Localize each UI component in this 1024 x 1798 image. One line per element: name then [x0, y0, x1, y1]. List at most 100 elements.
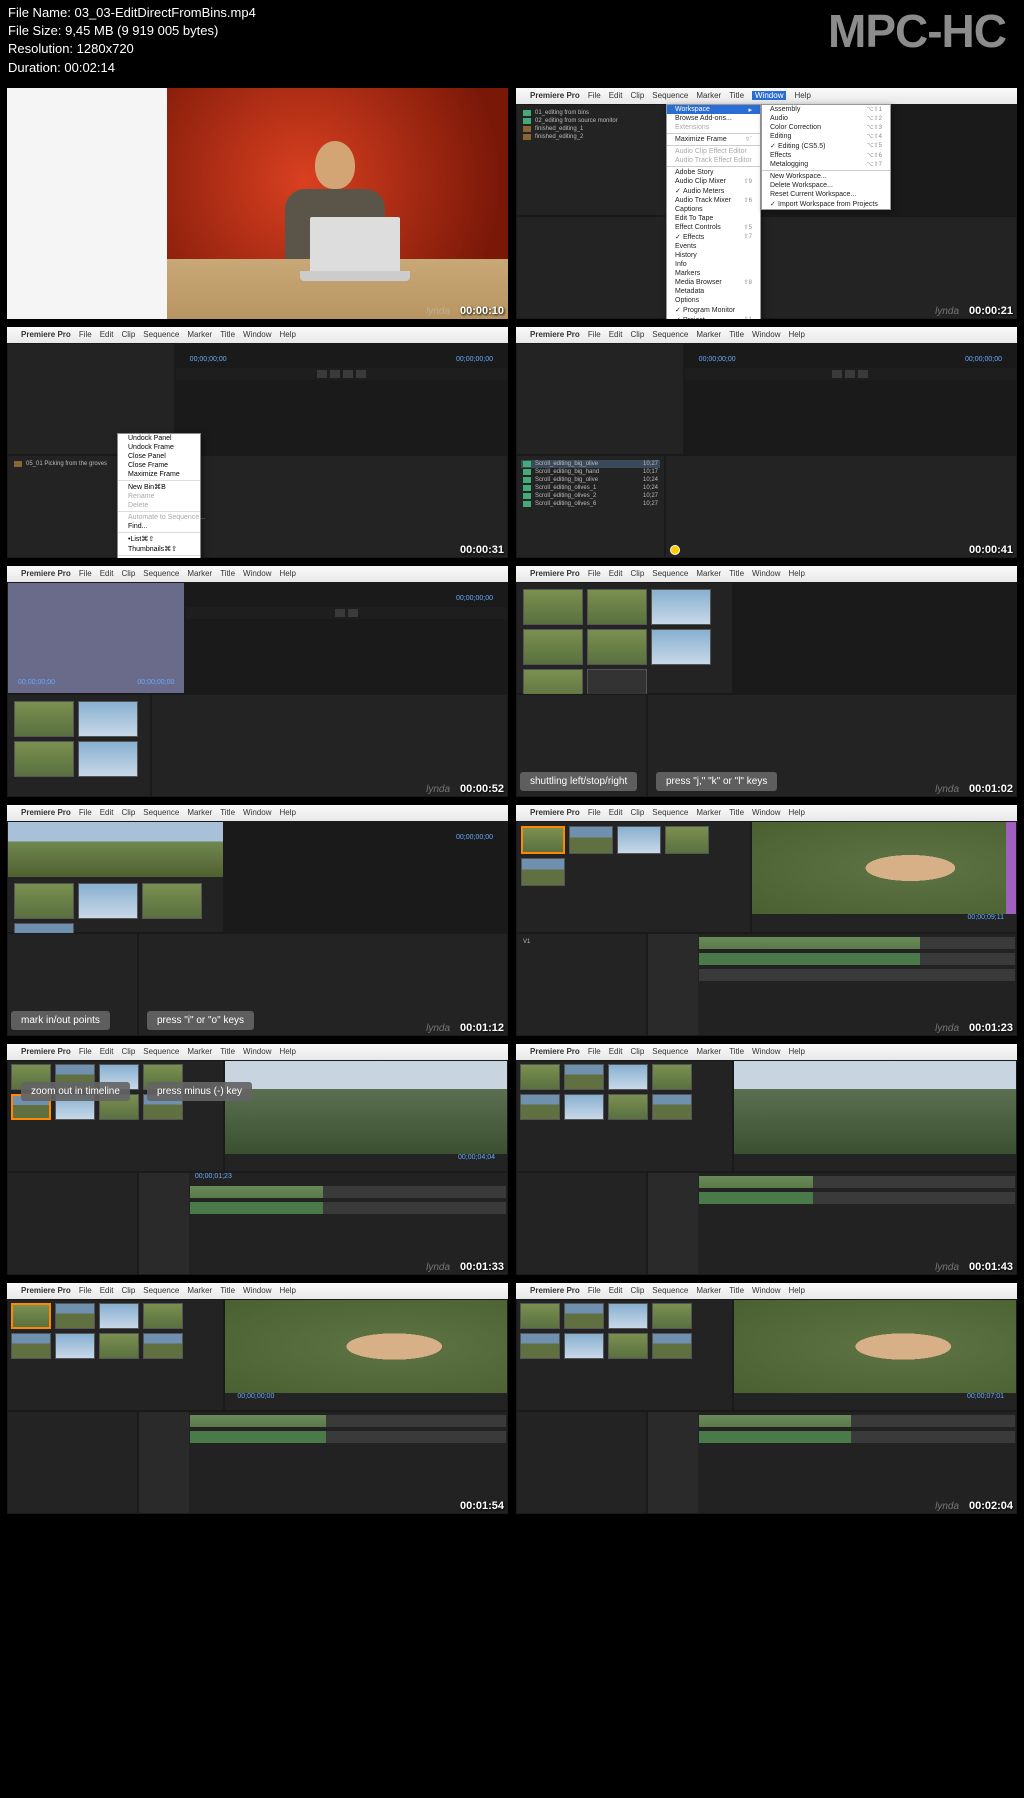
menu-item[interactable]: Title — [220, 569, 235, 578]
clip-thumbnail[interactable] — [665, 826, 709, 854]
program-monitor[interactable]: 00;00;09;11 — [751, 821, 1017, 933]
step-button[interactable] — [845, 370, 855, 378]
menu-item[interactable]: Window — [243, 808, 271, 817]
menu-item[interactable]: Sequence — [143, 808, 179, 817]
menu-item[interactable]: File — [79, 808, 92, 817]
audio-track[interactable] — [698, 952, 1016, 966]
menu-item[interactable]: Clip — [631, 1047, 645, 1056]
menu-item[interactable]: Help — [279, 1047, 295, 1056]
menu-item[interactable]: Sequence — [143, 1047, 179, 1056]
source-slate[interactable]: 00;00;00;0000;00;00;00 — [7, 582, 185, 694]
menu-item[interactable]: Marker — [187, 1286, 212, 1295]
mac-menubar[interactable]: Premiere ProFileEditClipSequenceMarkerTi… — [7, 1283, 508, 1299]
clip-thumbnail[interactable] — [78, 701, 138, 737]
mac-menubar[interactable]: Premiere ProFileEditClipSequenceMarkerTi… — [516, 1044, 1017, 1060]
program-monitor[interactable]: 00;00;00;00 — [224, 1299, 508, 1411]
menu-item[interactable]: Clip — [631, 808, 645, 817]
menu-item[interactable]: Audio Clip Mixer⇧9 — [667, 177, 760, 186]
thumbnail-grid[interactable] — [8, 695, 150, 783]
video-clip[interactable] — [813, 1415, 851, 1427]
mac-menubar[interactable]: Premiere ProFileEditClipSequenceMarkerTi… — [516, 327, 1017, 343]
bin-panel[interactable]: Scroll_editing_big_olive10;27 Scroll_edi… — [516, 455, 665, 558]
clip-thumbnail[interactable] — [564, 1064, 604, 1090]
clip-thumbnail[interactable] — [652, 1303, 692, 1329]
clip-thumbnail[interactable] — [520, 1303, 560, 1329]
ctx-item[interactable]: Rename — [118, 492, 200, 501]
menu-item[interactable]: Window — [243, 569, 271, 578]
panel-context-menu[interactable]: Undock Panel Undock Frame Close Panel Cl… — [117, 433, 201, 559]
menu-item[interactable]: Edit — [609, 330, 623, 339]
menu-item[interactable]: Media Browser⇧8 — [667, 278, 760, 287]
menu-item[interactable]: Help — [788, 330, 804, 339]
program-monitor[interactable]: 00;00;00;00 — [185, 582, 508, 694]
menu-item[interactable]: Marker — [187, 1047, 212, 1056]
program-viewer-content[interactable] — [225, 1300, 507, 1393]
menu-clip[interactable]: Clip — [122, 330, 136, 339]
window-menu-dropdown[interactable]: Workspace▸ Browse Add-ons... Extensions … — [666, 104, 761, 320]
track-headers[interactable] — [648, 934, 698, 1035]
bin-panel[interactable] — [7, 1299, 224, 1411]
submenu-item[interactable]: Effects⌥⇧6 — [762, 151, 890, 160]
menu-app[interactable]: Premiere Pro — [21, 330, 71, 339]
clip-thumbnail[interactable] — [55, 1333, 95, 1359]
sequence-tracks[interactable]: 00;00;01;23 — [189, 1173, 507, 1274]
menu-item[interactable]: Window — [243, 1286, 271, 1295]
clip-thumbnail[interactable] — [520, 1333, 560, 1359]
menu-item[interactable]: Title — [220, 1286, 235, 1295]
menu-title[interactable]: Title — [729, 91, 744, 100]
menu-item[interactable]: File — [588, 1047, 601, 1056]
track-headers[interactable] — [139, 1412, 189, 1513]
menu-item[interactable]: Captions — [667, 205, 760, 214]
project-item[interactable]: 02_editing from source monitor — [521, 117, 663, 125]
source-panel[interactable] — [516, 343, 684, 455]
menu-item[interactable]: File — [588, 330, 601, 339]
menu-item[interactable]: Info — [667, 260, 760, 269]
menu-item[interactable]: Sequence — [143, 1286, 179, 1295]
video-track[interactable] — [698, 936, 1016, 950]
menu-item[interactable]: Browse Add-ons... — [667, 114, 760, 123]
menu-file[interactable]: File — [79, 330, 92, 339]
clip-thumbnail[interactable] — [652, 1094, 692, 1120]
sequence-area[interactable]: 00;00;01;23 — [139, 1173, 507, 1274]
menu-item[interactable]: Clip — [631, 1286, 645, 1295]
audio-clip[interactable] — [699, 1192, 813, 1204]
ctx-item[interactable]: Close Panel — [118, 452, 200, 461]
thumbnail-row[interactable] — [517, 1300, 732, 1362]
menu-item[interactable]: Help — [279, 569, 295, 578]
thumbnail-grid[interactable] — [517, 583, 732, 711]
menu-app[interactable]: Premiere Pro — [530, 91, 580, 100]
video-clip[interactable] — [237, 1415, 281, 1427]
menu-item[interactable]: Sequence — [652, 808, 688, 817]
timeline-panel[interactable] — [665, 455, 1017, 558]
menu-file[interactable]: File — [588, 91, 601, 100]
menu-app[interactable]: Premiere Pro — [530, 808, 580, 817]
menu-item[interactable]: Window — [752, 1047, 780, 1056]
menu-item[interactable]: Edit — [609, 808, 623, 817]
bin-panel[interactable] — [7, 1060, 224, 1172]
clip-thumbnail[interactable] — [617, 826, 661, 854]
menu-item[interactable]: Title — [729, 808, 744, 817]
menu-item[interactable]: Clip — [631, 569, 645, 578]
ctx-item[interactable]: Undock Panel — [118, 434, 200, 443]
timeline-panel[interactable] — [647, 1411, 1017, 1514]
menu-item[interactable]: ✓Audio Meters — [667, 186, 760, 196]
project-item[interactable]: finished_editing_2 — [521, 133, 663, 141]
menu-item[interactable]: Title — [729, 330, 744, 339]
menu-item[interactable]: Help — [788, 1286, 804, 1295]
transport-controls[interactable] — [186, 607, 507, 619]
clip-thumbnail[interactable] — [78, 883, 138, 919]
video-clip[interactable] — [699, 1415, 737, 1427]
clip-thumbnail[interactable] — [564, 1094, 604, 1120]
bin-list[interactable]: Scroll_editing_big_olive10;27 Scroll_edi… — [517, 456, 664, 512]
clip-thumbnail[interactable] — [651, 589, 711, 625]
submenu-item[interactable]: Delete Workspace... — [762, 181, 890, 190]
clip-thumbnail-selected[interactable] — [11, 1303, 51, 1329]
menu-item[interactable]: File — [588, 808, 601, 817]
program-monitor[interactable]: 00;00;00;00 — [224, 821, 508, 933]
menu-item[interactable]: File — [79, 1286, 92, 1295]
transport-controls[interactable] — [685, 368, 1016, 380]
video-clip[interactable] — [190, 1415, 237, 1427]
clip-thumbnail[interactable] — [564, 1333, 604, 1359]
menu-item[interactable]: Audio Track Effect Editor — [667, 156, 760, 165]
step-button[interactable] — [343, 370, 353, 378]
